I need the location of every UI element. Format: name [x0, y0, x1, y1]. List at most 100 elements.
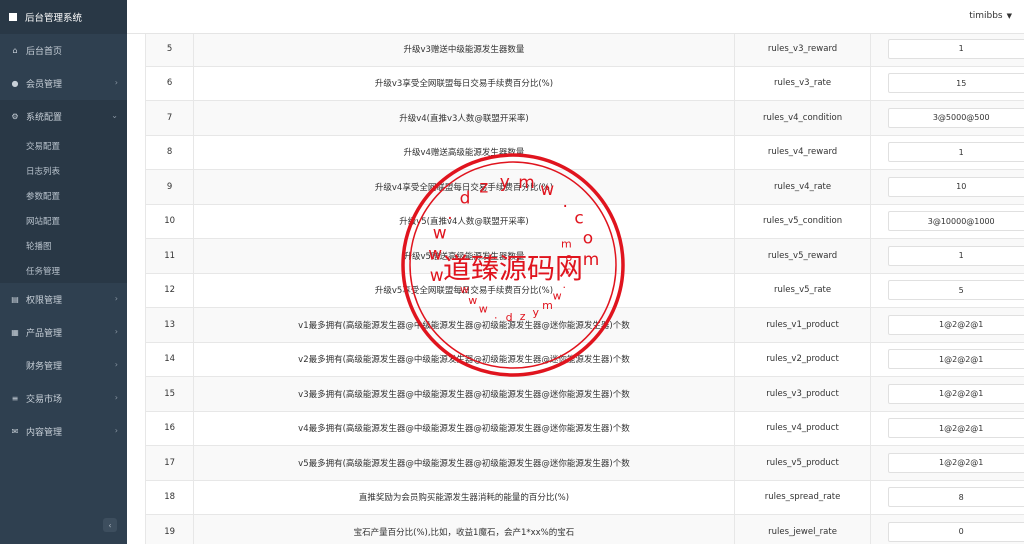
user-menu[interactable]: timibbs ▼: [969, 11, 1012, 21]
row-description: 升级v5(直推v4人数@联盟开采率): [193, 203, 735, 239]
row-value-cell: [870, 238, 1024, 274]
sidebar-item-label: 产品管理: [26, 329, 63, 339]
row-id: 7: [144, 100, 195, 136]
sidebar-item-0[interactable]: ⌂ 后台首页: [0, 34, 127, 67]
table-row: 12升级v5享受全网联盟每日交易手续费百分比(%)rules_v5_rate确认…: [144, 272, 1024, 308]
row-description: v5最多拥有(高级能源发生器@中级能源发生器@初级能源发生器@迷你能源发生器)个…: [193, 445, 735, 481]
row-description: 直推奖励为会员购买能源发生器消耗的能量的百分比(%): [193, 479, 735, 515]
brand-title: 后台管理系统: [25, 13, 83, 24]
sidebar-item-7[interactable]: ✉ 内容管理 ›: [0, 415, 127, 448]
sidebar-item-label: 内容管理: [26, 428, 63, 438]
row-value-cell: [870, 307, 1024, 343]
row-id: 11: [144, 238, 195, 274]
sidebar-collapse-button[interactable]: ‹: [103, 518, 117, 532]
main-content: 5升级v3赠送中级能源发生器数量rules_v3_reward确认修改6升级v3…: [127, 34, 1024, 544]
row-key: rules_v1_product: [733, 307, 872, 343]
row-description: 升级v5赠送高级能源发生器数量: [193, 238, 735, 274]
envelope-icon: ✉: [11, 427, 19, 436]
table-row: 5升级v3赠送中级能源发生器数量rules_v3_reward确认修改: [144, 34, 1024, 67]
row-value-cell: [870, 272, 1024, 308]
row-key: rules_v5_product: [733, 445, 872, 481]
row-key: rules_v3_reward: [733, 34, 872, 67]
value-input[interactable]: [888, 452, 1024, 473]
value-input[interactable]: [888, 383, 1024, 404]
sidebar-item-5[interactable]: 财务管理 ›: [0, 349, 127, 382]
list-icon: ≡: [11, 394, 19, 403]
value-input[interactable]: [888, 245, 1024, 266]
table-row: 6升级v3享受全网联盟每日交易手续费百分比(%)rules_v3_rate确认修…: [144, 65, 1024, 101]
table-row: 7升级v4(直推v3人数@联盟开采率)rules_v4_condition确认修…: [144, 100, 1024, 136]
sidebar-item-label: 系统配置: [26, 113, 63, 123]
cogs-icon: ⚙: [11, 112, 19, 121]
sidebar-item-1[interactable]: ● 会员管理 ›: [0, 67, 127, 100]
submenu-item-1[interactable]: 日志列表: [0, 158, 127, 183]
value-input[interactable]: [888, 314, 1024, 335]
chevron-right-icon: ›: [114, 78, 118, 87]
value-input[interactable]: [888, 142, 1024, 163]
table-row: 15 v3最多拥有(高级能源发生器@中级能源发生器@初级能源发生器@迷你能源发生器…: [144, 376, 1024, 412]
table-row: 16 v4最多拥有(高级能源发生器@中级能源发生器@初级能源发生器@迷你能源发生器…: [144, 410, 1024, 446]
brand[interactable]: 后台管理系统: [0, 0, 127, 34]
row-value-cell: [870, 514, 1024, 544]
chevron-right-icon: ›: [114, 327, 118, 336]
table-row: 14 v2最多拥有(高级能源发生器@中级能源发生器@初级能源发生器@迷你能源发生器…: [144, 341, 1024, 377]
value-input[interactable]: [888, 349, 1024, 370]
sidebar-item-3[interactable]: ▤ 权限管理 ›: [0, 283, 127, 316]
row-id: 15: [144, 376, 195, 412]
row-id: 13: [144, 307, 195, 343]
chevron-right-icon: ›: [114, 360, 118, 369]
value-input[interactable]: [888, 107, 1024, 128]
row-description: 升级v4(直推v3人数@联盟开采率): [193, 100, 735, 136]
chevron-right-icon: ›: [114, 393, 118, 402]
windows-icon: ▦: [11, 328, 19, 337]
submenu-item-3[interactable]: 网站配置: [0, 208, 127, 233]
sidebar-item-2[interactable]: ⚙ 系统配置 ⌄: [0, 100, 127, 133]
sidebar-item-label: 后台首页: [26, 47, 63, 57]
row-value-cell: [870, 34, 1024, 67]
sidebar-nav: ⌂ 后台首页 ● 会员管理 › ⚙ 系统配置 ⌄ 交易配置 日志列表 参数配置 网站配置 轮播图 任务管理…: [0, 34, 127, 448]
brand-square-icon: [9, 13, 17, 21]
submenu-item-5[interactable]: 任务管理: [0, 258, 127, 283]
value-input[interactable]: [888, 38, 1024, 59]
row-key: rules_spread_rate: [733, 479, 872, 515]
table-row: 13 v1最多拥有(高级能源发生器@中级能源发生器@初级能源发生器@迷你能源发生器…: [144, 307, 1024, 343]
row-value-cell: [870, 65, 1024, 101]
row-value-cell: [870, 134, 1024, 170]
chevron-right-icon: ›: [114, 426, 118, 435]
row-id: 6: [144, 65, 195, 101]
chevron-right-icon: ›: [114, 294, 118, 303]
row-description: 升级v5享受全网联盟每日交易手续费百分比(%): [193, 272, 735, 308]
row-key: rules_v3_product: [733, 376, 872, 412]
row-key: rules_v4_condition: [733, 100, 872, 136]
submenu-item-0[interactable]: 交易配置: [0, 133, 127, 158]
table-row: 18 直推奖励为会员购买能源发生器消耗的能量的百分比(%) rules_spread…: [144, 479, 1024, 515]
submenu-item-2[interactable]: 参数配置: [0, 183, 127, 208]
row-id: 10: [144, 203, 195, 239]
value-input[interactable]: [888, 521, 1024, 542]
row-id: 9: [144, 169, 195, 205]
row-id: 14: [144, 341, 195, 377]
row-id: 5: [144, 34, 195, 67]
table-row: 10升级v5(直推v4人数@联盟开采率)rules_v5_condition确认…: [144, 203, 1024, 239]
row-key: rules_v5_reward: [733, 238, 872, 274]
row-value-cell: [870, 445, 1024, 481]
chevron-down-icon: ⌄: [111, 111, 118, 120]
sidebar-item-4[interactable]: ▦ 产品管理 ›: [0, 316, 127, 349]
sidebar-item-6[interactable]: ≡ 交易市场 ›: [0, 382, 127, 415]
value-input[interactable]: [888, 211, 1024, 232]
value-input[interactable]: [888, 73, 1024, 94]
value-input[interactable]: [888, 487, 1024, 508]
row-description: 宝石产量百分比(%),比如，收益1魔石，会产1*xx%的宝石: [193, 514, 735, 544]
row-value-cell: [870, 169, 1024, 205]
row-description: v4最多拥有(高级能源发生器@中级能源发生器@初级能源发生器@迷你能源发生器)个…: [193, 410, 735, 446]
table-row: 11升级v5赠送高级能源发生器数量rules_v5_reward确认修改: [144, 238, 1024, 274]
caret-down-icon: ▼: [1006, 12, 1012, 20]
value-input[interactable]: [888, 280, 1024, 301]
parameter-table: 5升级v3赠送中级能源发生器数量rules_v3_reward确认修改6升级v3…: [144, 34, 1024, 544]
value-input[interactable]: [888, 418, 1024, 439]
row-key: rules_v4_product: [733, 410, 872, 446]
sidebar-item-label: 权限管理: [26, 296, 63, 306]
submenu-item-4[interactable]: 轮播图: [0, 233, 127, 258]
row-key: rules_v4_rate: [733, 169, 872, 205]
value-input[interactable]: [888, 176, 1024, 197]
